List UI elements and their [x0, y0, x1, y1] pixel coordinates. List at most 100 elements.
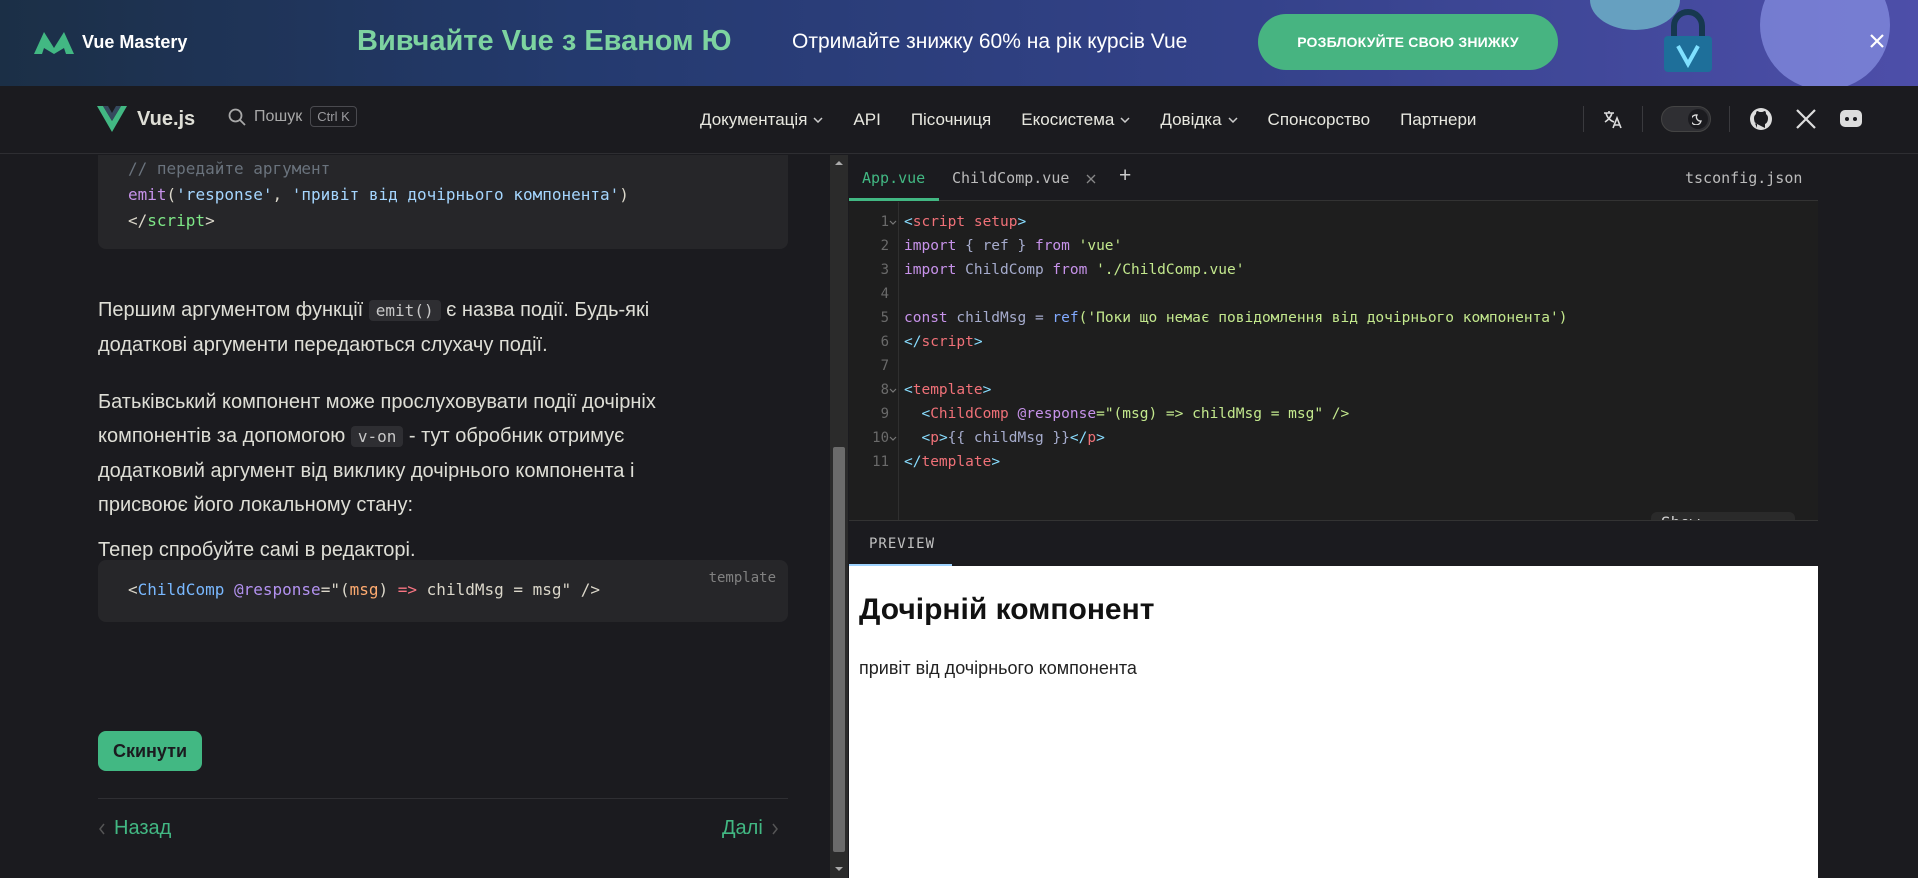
menu-docs[interactable]: Документація [700, 110, 823, 130]
token: 'vue' [1069, 238, 1123, 254]
line-number: 3 [880, 262, 889, 278]
next-label: Далі [722, 817, 763, 839]
token: p [930, 430, 939, 446]
code-line-8: <template> [904, 382, 992, 398]
token: ref [1052, 310, 1079, 326]
add-file-button[interactable]: + [1119, 164, 1131, 188]
token: @response [1008, 406, 1097, 422]
fold-icon[interactable] [889, 388, 897, 394]
code-close-tag: script [147, 211, 206, 230]
menu-docs-label: Документація [700, 110, 808, 129]
code-editor[interactable]: 1 2 3 4 5 6 7 8 9 10 11 <script setup> i… [849, 202, 1818, 552]
chevron-right-icon [772, 823, 778, 834]
vuejs-home-link[interactable]: Vue.js [97, 106, 195, 132]
token: './ChildComp.vue' [1087, 262, 1245, 278]
menu-partners[interactable]: Партнери [1400, 110, 1476, 130]
scrollbar-thumb[interactable] [833, 447, 845, 852]
p1-text: Першим аргументом функції [98, 299, 369, 321]
token: const [904, 310, 948, 326]
dark-mode-toggle[interactable] [1661, 106, 1711, 132]
github-icon[interactable] [1748, 106, 1774, 132]
tutorial-content: // передайте аргумент emit('response', '… [0, 155, 830, 878]
token: p [1087, 430, 1097, 446]
search-button[interactable]: Пошук Ctrl K [228, 106, 357, 127]
close-icon [1870, 34, 1884, 48]
code-line-9: <ChildComp @response="(msg) => childMsg … [921, 406, 1350, 422]
code-close-script: </script> [128, 211, 215, 230]
code-component: ChildComp [137, 580, 225, 599]
menu-ecosystem-label: Екосистема [1021, 110, 1115, 129]
reset-button[interactable]: Скинути [98, 731, 202, 771]
code-event: @response [233, 580, 321, 599]
code-emit-arg1: 'response' [176, 185, 273, 204]
doc-scrollbar[interactable] [830, 155, 848, 878]
menu-api-label: API [853, 110, 881, 129]
token: from [1034, 238, 1070, 254]
code-line-2: import { ref } from 'vue' [904, 238, 1122, 254]
unlock-discount-button[interactable]: РОЗБЛОКУЙТЕ СВОЮ ЗНИЖКУ [1258, 14, 1558, 70]
code-block-template: template <ChildComp @response="(msg) => … [98, 560, 788, 622]
top-navbar: Vue.js Пошук Ctrl K Документація API Піс… [0, 86, 1918, 154]
tab-app-vue[interactable]: App.vue [862, 169, 925, 187]
token: template [921, 454, 992, 470]
line-number: 11 [872, 454, 889, 470]
code-body: childMsg = msg [426, 580, 562, 599]
scroll-down-icon[interactable] [830, 863, 848, 875]
token: childMsg = [947, 310, 1053, 326]
menu-api[interactable]: API [853, 110, 880, 130]
preview-tab[interactable]: PREVIEW [869, 536, 935, 552]
code-lang-label: template [708, 570, 776, 586]
menu-ecosystem[interactable]: Екосистема [1021, 110, 1130, 130]
token: import [904, 262, 957, 278]
code-comment: // передайте аргумент [128, 159, 331, 178]
translate-icon[interactable] [1602, 108, 1624, 130]
divider [1729, 106, 1730, 132]
token: from [1052, 262, 1088, 278]
token: script setup [912, 214, 1018, 230]
tab-tsconfig[interactable]: tsconfig.json [1685, 169, 1802, 187]
vue-mastery-logo[interactable]: Vue Mastery [32, 28, 187, 56]
repl-editor: App.vue ChildComp.vue + tsconfig.json 1 … [849, 155, 1818, 878]
vue-logo-icon [97, 106, 127, 132]
line-gutter: 1 2 3 4 5 6 7 8 9 10 11 [849, 202, 899, 520]
x-twitter-icon[interactable] [1794, 107, 1818, 131]
token: {{ childMsg }} [947, 430, 1070, 446]
scroll-up-icon[interactable] [830, 157, 848, 169]
menu-about[interactable]: Довідка [1160, 110, 1238, 130]
tab-childcomp-vue[interactable]: ChildComp.vue [952, 169, 1069, 187]
token: { ref } [956, 238, 1035, 254]
code-line-1: <script setup> [904, 214, 1027, 230]
preview-heading: Дочірній компонент [859, 593, 1155, 626]
paragraph-emit: Першим аргументом функції emit() є назва… [98, 293, 698, 362]
discord-icon[interactable] [1838, 107, 1864, 131]
promo-banner[interactable]: Vue Mastery Вивчайте Vue з Еваном Ю Отри… [0, 0, 1918, 86]
close-banner-button[interactable] [1862, 26, 1892, 56]
prev-page-link[interactable]: Назад [98, 817, 171, 840]
code-param: msg [349, 580, 379, 599]
token: script [921, 334, 974, 350]
file-tabs: App.vue ChildComp.vue + tsconfig.json [849, 155, 1818, 201]
menu-sponsor-label: Спонсорство [1267, 110, 1371, 129]
main-menu: Документація API Пісочниця Екосистема До… [700, 110, 1476, 130]
vue-mastery-icon [34, 32, 74, 54]
preview-tabbar: PREVIEW [849, 520, 1818, 567]
search-icon [228, 108, 246, 126]
menu-about-label: Довідка [1160, 110, 1222, 129]
page-margin [1818, 155, 1918, 878]
menu-playground[interactable]: Пісочниця [911, 110, 991, 130]
code-line-3: import ChildComp from './ChildComp.vue' [904, 262, 1244, 278]
line-number: 2 [880, 238, 889, 254]
line-number: 8 [880, 382, 889, 398]
line-number: 1 [880, 214, 889, 230]
fold-icon[interactable] [889, 220, 897, 226]
fold-icon[interactable] [889, 436, 897, 442]
line-number: 7 [880, 358, 889, 374]
next-page-link[interactable]: Далі [722, 817, 779, 840]
close-tab-icon[interactable] [1086, 174, 1096, 184]
active-tab-indicator [849, 198, 939, 201]
token: template [912, 382, 983, 398]
menu-sponsor[interactable]: Спонсорство [1268, 110, 1371, 130]
divider [1642, 106, 1643, 132]
line-number: 4 [880, 286, 889, 302]
banner-subtitle: Отримайте знижку 60% на рік курсів Vue [792, 30, 1188, 53]
